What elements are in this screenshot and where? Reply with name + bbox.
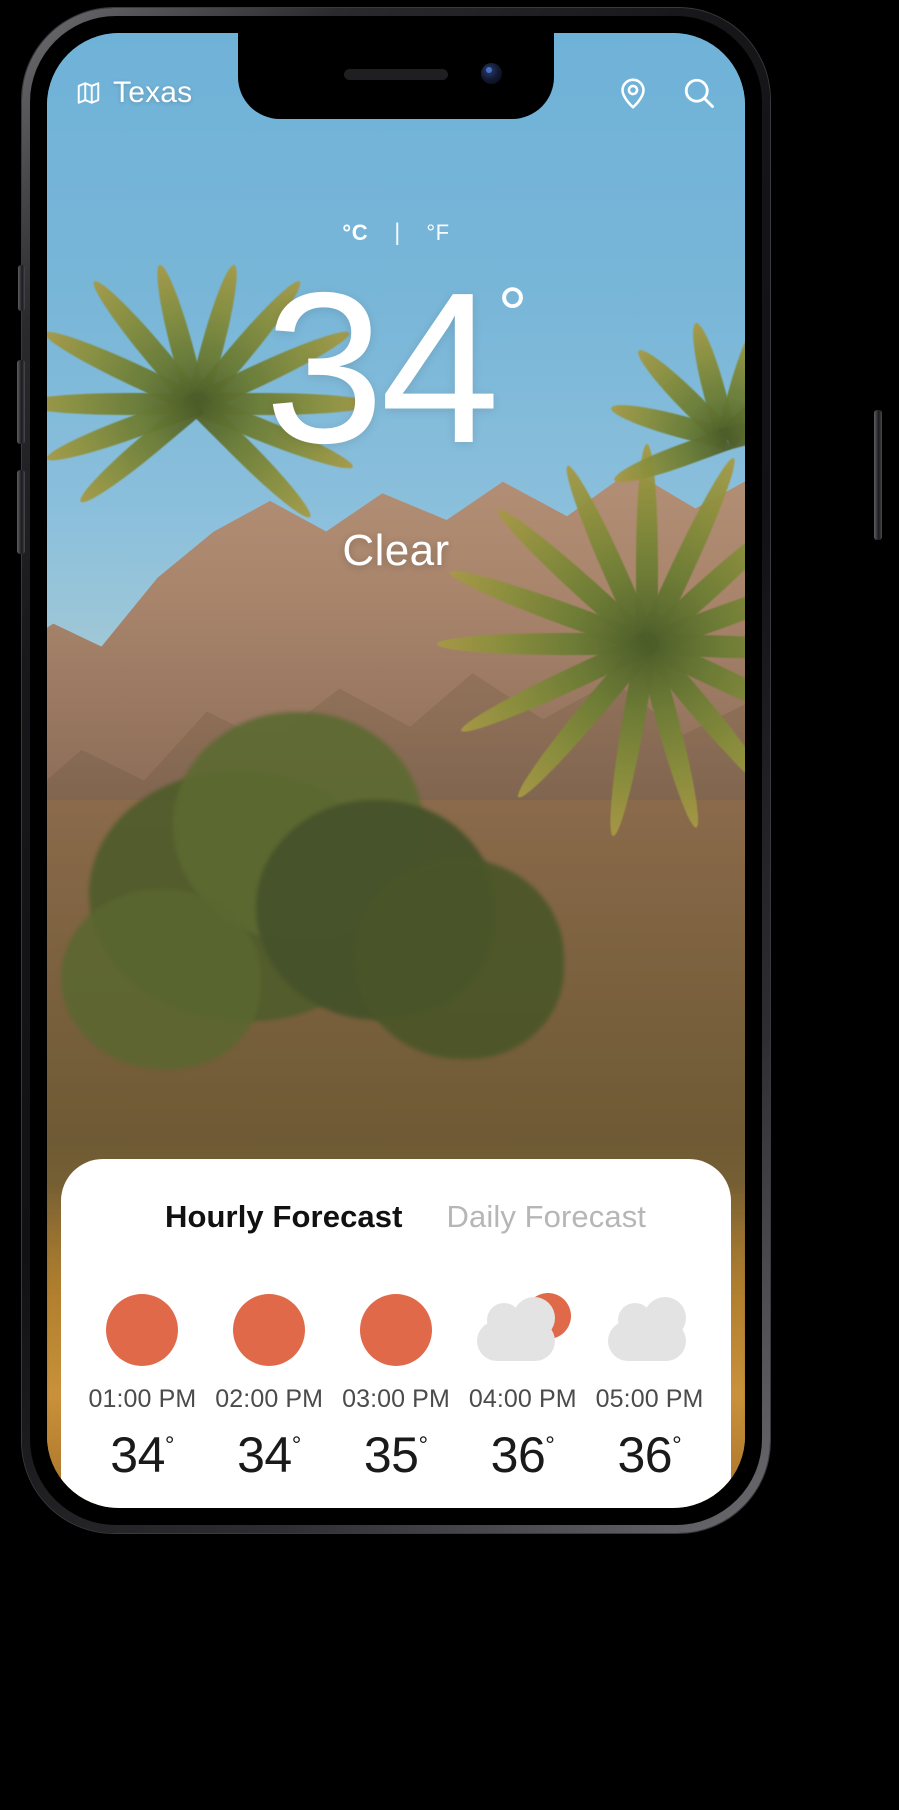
sun-behind-cloud-icon <box>471 1291 575 1369</box>
hourly-time: 05:00 PM <box>595 1385 704 1413</box>
current-conditions: 34 ° Clear <box>47 247 745 576</box>
brush <box>60 888 261 1069</box>
hourly-temperature-row: 36 ° <box>617 1426 681 1484</box>
sun-icon <box>90 1291 194 1369</box>
hourly-temperature-row: 35 ° <box>364 1426 428 1484</box>
hourly-degree-symbol: ° <box>418 1432 429 1459</box>
hourly-item[interactable]: 03:00 PM 35 ° <box>333 1291 460 1484</box>
hourly-time: 04:00 PM <box>468 1385 577 1413</box>
hourly-item[interactable]: 02:00 PM 34 ° <box>206 1291 333 1484</box>
hourly-temperature: 36 <box>490 1427 546 1483</box>
cloud-icon <box>598 1291 702 1369</box>
phone-screen: Texas °C | °F 34 ° Clear Hourly Forecast… <box>47 33 745 1508</box>
top-bar: Texas <box>47 75 745 111</box>
hourly-time: 03:00 PM <box>342 1385 450 1413</box>
hourly-item[interactable]: 05:00 PM 36 ° <box>586 1291 713 1484</box>
hourly-time: 02:00 PM <box>215 1385 324 1413</box>
forecast-card: Hourly Forecast Daily Forecast 01:00 PM … <box>61 1159 731 1508</box>
brush <box>354 859 565 1059</box>
hourly-item[interactable]: 01:00 PM 34 ° <box>79 1291 206 1484</box>
units-toggle: °C | °F <box>47 219 745 247</box>
volume-up-button[interactable] <box>17 360 25 444</box>
hourly-temperature: 35 <box>363 1427 419 1483</box>
search-icon[interactable] <box>681 75 717 111</box>
hourly-temperature-row: 34 ° <box>110 1426 174 1484</box>
unit-fahrenheit[interactable]: °F <box>426 220 449 246</box>
hourly-time: 01:00 PM <box>88 1385 197 1413</box>
hourly-temperature: 36 <box>617 1427 673 1483</box>
hourly-item[interactable]: 04:00 PM 36 ° <box>459 1291 586 1484</box>
volume-down-button[interactable] <box>17 470 25 554</box>
current-degree-symbol: ° <box>497 272 528 355</box>
hourly-degree-symbol: ° <box>164 1432 175 1459</box>
current-temperature: 34 <box>264 247 500 488</box>
hourly-forecast-list: 01:00 PM 34 ° 02:00 PM 34 ° 03:00 PM 35 … <box>61 1291 731 1484</box>
top-actions <box>615 75 717 111</box>
map-icon <box>75 80 102 106</box>
location-button[interactable]: Texas <box>75 76 192 110</box>
sun-icon <box>217 1291 321 1369</box>
unit-celsius[interactable]: °C <box>342 220 368 246</box>
sun-icon <box>344 1291 448 1369</box>
current-condition: Clear <box>342 525 450 575</box>
hourly-temperature: 34 <box>237 1427 292 1483</box>
location-name: Texas <box>113 76 193 109</box>
current-temperature-row: 34 ° <box>264 247 528 488</box>
tab-hourly-forecast[interactable]: Hourly Forecast <box>165 1199 403 1235</box>
units-separator: | <box>394 219 401 246</box>
hourly-degree-symbol: ° <box>672 1432 682 1459</box>
location-pin-icon[interactable] <box>615 75 651 111</box>
hourly-temperature-row: 36 ° <box>491 1426 555 1484</box>
hourly-temperature: 34 <box>110 1427 165 1483</box>
forecast-tabs: Hourly Forecast Daily Forecast <box>61 1199 731 1235</box>
hourly-temperature-row: 34 ° <box>237 1426 301 1484</box>
power-button[interactable] <box>874 410 882 540</box>
hourly-degree-symbol: ° <box>291 1432 302 1459</box>
tab-daily-forecast[interactable]: Daily Forecast <box>447 1199 647 1235</box>
silent-switch[interactable] <box>18 265 25 311</box>
hourly-degree-symbol: ° <box>545 1432 555 1459</box>
